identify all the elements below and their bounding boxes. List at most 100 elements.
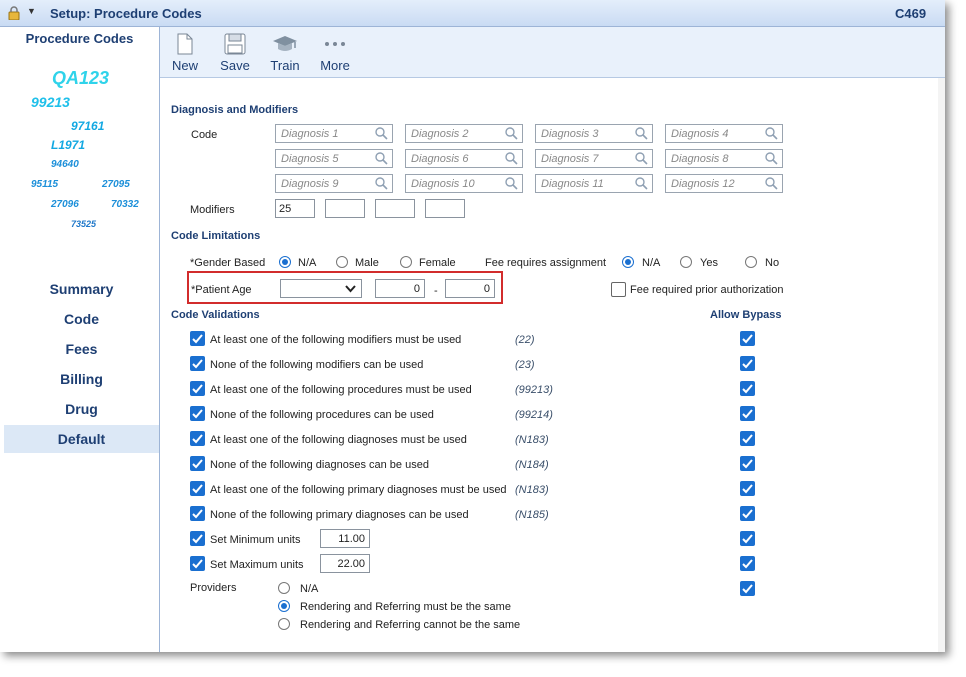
max-units-checkbox[interactable] bbox=[190, 556, 205, 571]
diagnosis-11-input[interactable]: Diagnosis 11 bbox=[535, 174, 653, 193]
cloud-item[interactable]: 27095 bbox=[102, 179, 130, 190]
validation-code[interactable]: (N183) bbox=[515, 434, 549, 446]
diagnosis-10-input[interactable]: Diagnosis 10 bbox=[405, 174, 523, 193]
modifier-1-input[interactable]: 25 bbox=[275, 199, 315, 218]
bypass-checkbox[interactable] bbox=[740, 481, 755, 496]
bypass-checkbox[interactable] bbox=[740, 531, 755, 546]
validation-code[interactable]: (99213) bbox=[515, 384, 553, 396]
bypass-checkbox[interactable] bbox=[740, 406, 755, 421]
validation-checkbox[interactable] bbox=[190, 431, 205, 446]
validation-code[interactable]: (99214) bbox=[515, 409, 553, 421]
search-icon[interactable] bbox=[765, 152, 778, 165]
validation-code[interactable]: (N185) bbox=[515, 509, 549, 521]
diagnosis-placeholder: Diagnosis 1 bbox=[281, 128, 339, 140]
min-units-input[interactable]: 11.00 bbox=[320, 529, 370, 548]
validation-checkbox[interactable] bbox=[190, 356, 205, 371]
providers-same-radio[interactable] bbox=[278, 600, 290, 612]
cloud-item[interactable]: 94640 bbox=[51, 159, 79, 170]
validation-checkbox[interactable] bbox=[190, 506, 205, 521]
validation-checkbox[interactable] bbox=[190, 381, 205, 396]
bypass-checkbox[interactable] bbox=[740, 581, 755, 596]
diagnosis-7-input[interactable]: Diagnosis 7 bbox=[535, 149, 653, 168]
search-icon[interactable] bbox=[375, 177, 388, 190]
search-icon[interactable] bbox=[505, 127, 518, 140]
nav-drug[interactable]: Drug bbox=[4, 395, 159, 423]
diagnosis-9-input[interactable]: Diagnosis 9 bbox=[275, 174, 393, 193]
bypass-checkbox[interactable] bbox=[740, 506, 755, 521]
modifier-4-input[interactable] bbox=[425, 199, 465, 218]
validation-code[interactable]: (23) bbox=[515, 359, 535, 371]
bypass-checkbox[interactable] bbox=[740, 431, 755, 446]
search-icon[interactable] bbox=[765, 177, 778, 190]
providers-different-radio[interactable] bbox=[278, 618, 290, 630]
nav-billing[interactable]: Billing bbox=[4, 365, 159, 393]
patient-age-select[interactable] bbox=[280, 279, 362, 298]
validation-label: At least one of the following diagnoses … bbox=[210, 434, 467, 446]
diagnosis-5-input[interactable]: Diagnosis 5 bbox=[275, 149, 393, 168]
diagnosis-6-input[interactable]: Diagnosis 6 bbox=[405, 149, 523, 168]
gender-male-radio[interactable] bbox=[336, 256, 348, 268]
bypass-checkbox[interactable] bbox=[740, 456, 755, 471]
diagnosis-2-input[interactable]: Diagnosis 2 bbox=[405, 124, 523, 143]
providers-na-radio[interactable] bbox=[278, 582, 290, 594]
lock-icon[interactable] bbox=[8, 6, 20, 20]
more-label: More bbox=[320, 58, 350, 73]
diagnosis-12-input[interactable]: Diagnosis 12 bbox=[665, 174, 783, 193]
cloud-item[interactable]: QA123 bbox=[52, 68, 109, 89]
search-icon[interactable] bbox=[505, 152, 518, 165]
fee-no-radio[interactable] bbox=[745, 256, 757, 268]
gender-na-radio[interactable] bbox=[279, 256, 291, 268]
cloud-item[interactable]: 27096 bbox=[51, 199, 79, 210]
checkmark-icon bbox=[742, 334, 753, 344]
nav-code[interactable]: Code bbox=[4, 305, 159, 333]
diagnosis-8-input[interactable]: Diagnosis 8 bbox=[665, 149, 783, 168]
modifier-3-input[interactable] bbox=[375, 199, 415, 218]
age-max-input[interactable]: 0 bbox=[445, 279, 495, 298]
validation-checkbox[interactable] bbox=[190, 331, 205, 346]
bypass-checkbox[interactable] bbox=[740, 556, 755, 571]
nav-summary[interactable]: Summary bbox=[4, 275, 159, 303]
vertical-scrollbar[interactable] bbox=[938, 78, 945, 652]
validation-checkbox[interactable] bbox=[190, 481, 205, 496]
cloud-item[interactable]: 99213 bbox=[31, 94, 70, 110]
cloud-item[interactable]: 70332 bbox=[111, 199, 139, 210]
validation-checkbox[interactable] bbox=[190, 456, 205, 471]
fee-yes-radio[interactable] bbox=[680, 256, 692, 268]
cloud-item[interactable]: 73525 bbox=[71, 219, 96, 229]
search-icon[interactable] bbox=[635, 127, 648, 140]
search-icon[interactable] bbox=[635, 177, 648, 190]
modifier-2-input[interactable] bbox=[325, 199, 365, 218]
diagnosis-3-input[interactable]: Diagnosis 3 bbox=[535, 124, 653, 143]
validation-checkbox[interactable] bbox=[190, 406, 205, 421]
bypass-checkbox[interactable] bbox=[740, 356, 755, 371]
fee-na-radio[interactable] bbox=[622, 256, 634, 268]
cloud-item[interactable]: 97161 bbox=[71, 119, 104, 133]
new-button[interactable]: New bbox=[165, 33, 205, 73]
gender-female-radio[interactable] bbox=[400, 256, 412, 268]
diagnosis-1-input[interactable]: Diagnosis 1 bbox=[275, 124, 393, 143]
age-min-input[interactable]: 0 bbox=[375, 279, 425, 298]
train-button[interactable]: Train bbox=[265, 33, 305, 73]
bypass-checkbox[interactable] bbox=[740, 331, 755, 346]
save-button[interactable]: Save bbox=[215, 33, 255, 73]
min-units-checkbox[interactable] bbox=[190, 531, 205, 546]
app-window: ▼ Setup: Procedure Codes C469 Procedure … bbox=[0, 0, 945, 652]
cloud-item[interactable]: L1971 bbox=[51, 138, 85, 152]
prior-auth-checkbox[interactable] bbox=[611, 282, 626, 297]
search-icon[interactable] bbox=[765, 127, 778, 140]
max-units-input[interactable]: 22.00 bbox=[320, 554, 370, 573]
diagnosis-4-input[interactable]: Diagnosis 4 bbox=[665, 124, 783, 143]
chevron-down-icon[interactable]: ▼ bbox=[27, 6, 36, 16]
cloud-item[interactable]: 95115 bbox=[31, 179, 58, 190]
bypass-checkbox[interactable] bbox=[740, 381, 755, 396]
nav-default[interactable]: Default bbox=[4, 425, 159, 453]
search-icon[interactable] bbox=[505, 177, 518, 190]
more-button[interactable]: More bbox=[315, 33, 355, 73]
search-icon[interactable] bbox=[635, 152, 648, 165]
search-icon[interactable] bbox=[375, 152, 388, 165]
search-icon[interactable] bbox=[375, 127, 388, 140]
validation-code[interactable]: (N184) bbox=[515, 459, 549, 471]
validation-code[interactable]: (N183) bbox=[515, 484, 549, 496]
validation-code[interactable]: (22) bbox=[515, 334, 535, 346]
nav-fees[interactable]: Fees bbox=[4, 335, 159, 363]
